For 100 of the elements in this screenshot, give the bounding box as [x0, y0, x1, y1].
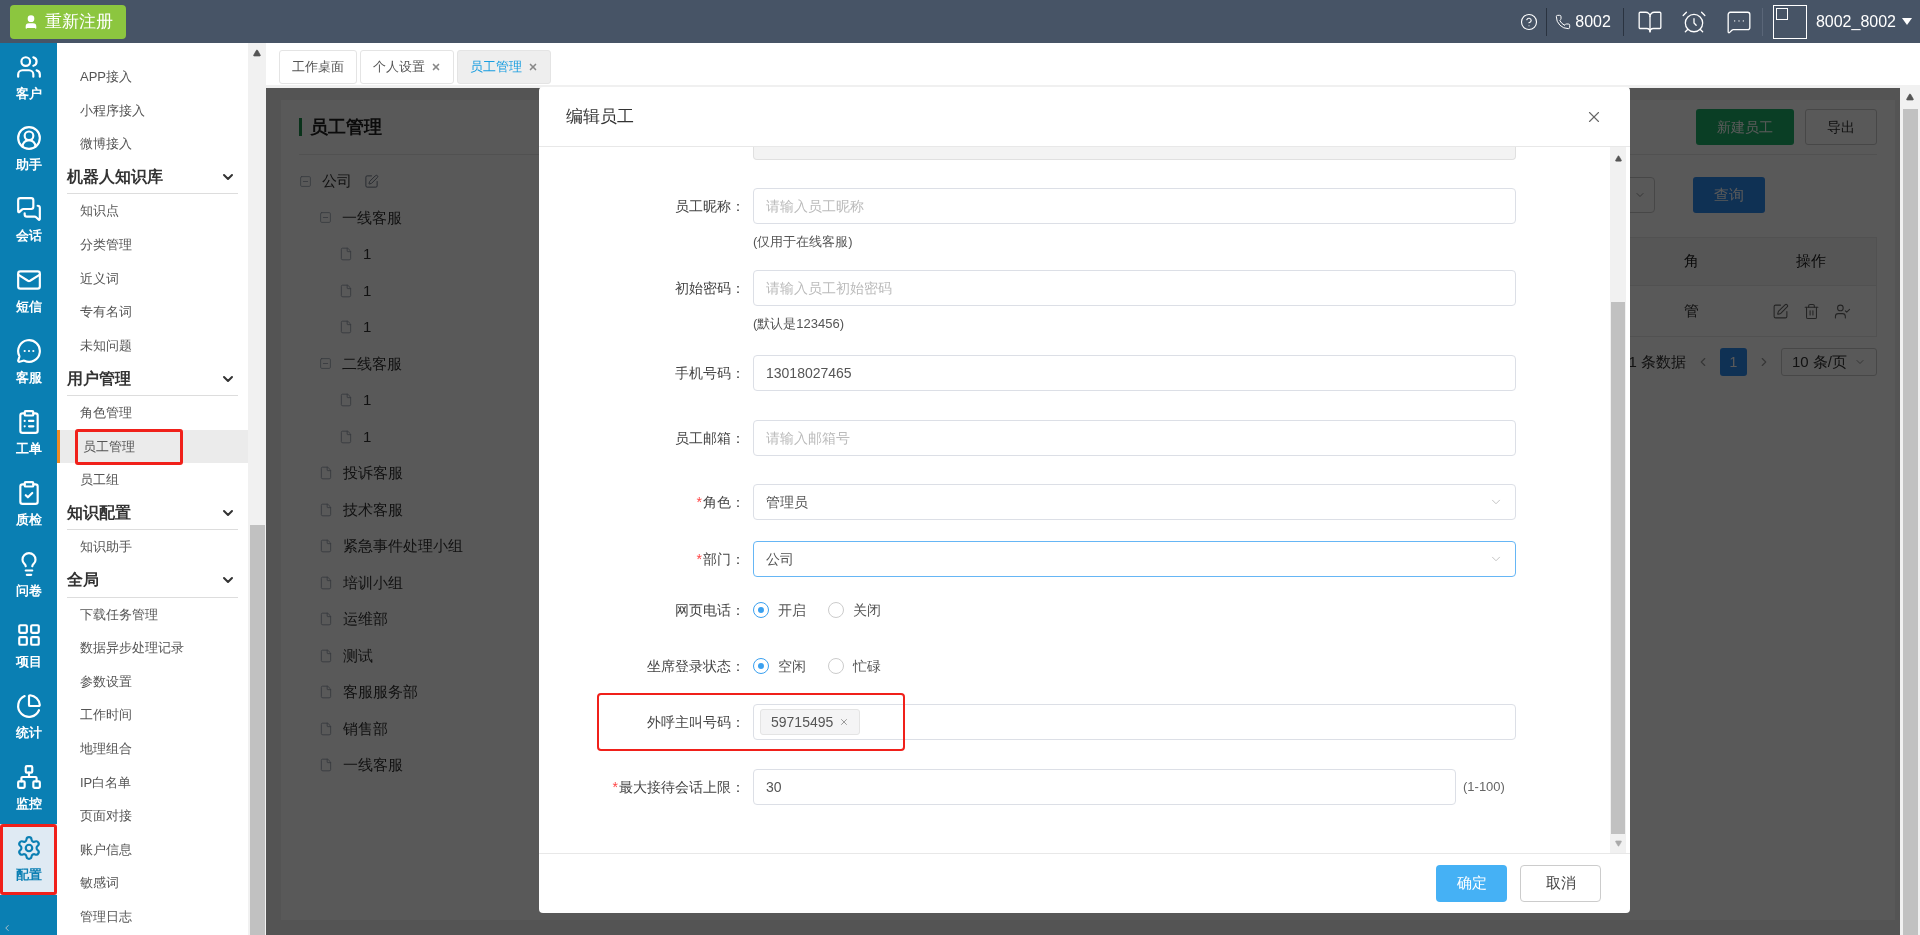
tree-node-label[interactable]: 公司 [322, 170, 352, 193]
tree-node-label[interactable]: 技术客服 [343, 498, 403, 521]
menu-item[interactable]: 数据异步处理记录 [57, 631, 248, 665]
tree-node-label[interactable]: 销售部 [343, 717, 388, 740]
radio-label: 关闭 [853, 600, 881, 620]
rail-item[interactable]: 客户 [0, 43, 57, 114]
tree-node-label[interactable]: 1 [363, 425, 372, 448]
rail-item[interactable]: 监控 [0, 753, 57, 824]
remove-icon[interactable] [839, 717, 850, 727]
tree-node-label[interactable]: 1 [363, 389, 372, 412]
text-input-field[interactable]: 请输入员工初始密码 [753, 270, 1516, 306]
menu-item[interactable]: 参数设置 [57, 664, 248, 699]
collapse-icon[interactable] [319, 357, 332, 371]
text-input-field[interactable]: 30 [753, 769, 1456, 805]
close-icon[interactable] [431, 62, 441, 72]
scroll-down-icon[interactable] [1614, 840, 1622, 847]
rail-item[interactable]: 助手 [0, 114, 57, 185]
export-button[interactable]: 导出 [1805, 109, 1877, 145]
user-check-icon[interactable] [1833, 302, 1851, 320]
menu-item[interactable]: 小程序接入 [57, 93, 248, 128]
scrollbar-thumb[interactable] [1902, 109, 1918, 935]
field-hint: (仅用于在线客服) [753, 233, 853, 252]
scrollbar-thumb[interactable] [1611, 302, 1625, 834]
radio-button[interactable] [753, 658, 769, 674]
telephone-icon[interactable] [1555, 13, 1572, 30]
page-tab[interactable]: 个人设置 [360, 50, 454, 84]
menu-item[interactable]: 下载任务管理 [57, 597, 248, 632]
menu-item[interactable]: IP白名单 [57, 765, 248, 800]
tree-node-label[interactable]: 客服服务部 [343, 681, 418, 704]
select-field[interactable]: 公司 [753, 541, 1516, 577]
menu-item[interactable]: 敏感词 [57, 866, 248, 900]
close-icon[interactable] [528, 62, 538, 72]
menu-section-header[interactable]: 全局 [67, 563, 238, 598]
file-icon [339, 320, 353, 335]
tree-node-label[interactable]: 1 [363, 279, 372, 302]
page-tab[interactable]: 工作桌面 [279, 50, 357, 84]
menu-item[interactable]: 微博接入 [57, 127, 248, 161]
menu-item[interactable]: 管理日志 [57, 899, 248, 934]
rail-item[interactable]: 统计 [0, 682, 57, 753]
tree-node-label[interactable]: 1 [363, 316, 372, 339]
tag-input-field[interactable]: 59715495 [753, 704, 1516, 740]
menu-item[interactable]: 员工管理 [57, 429, 248, 464]
menu-item[interactable]: 员工组 [57, 463, 248, 497]
collapse-icon[interactable] [299, 174, 312, 188]
scroll-up-icon[interactable] [253, 49, 261, 57]
radio-button[interactable] [753, 602, 769, 618]
menu-item[interactable]: 分类管理 [57, 227, 248, 262]
page-size-select[interactable]: 10 条/页 [1781, 348, 1877, 376]
menu-item[interactable]: 专有名词 [57, 295, 248, 329]
rail-item[interactable]: 客服 [0, 327, 57, 398]
radio-button[interactable] [828, 602, 844, 618]
menu-item[interactable]: 知识点 [57, 194, 248, 228]
rail-item[interactable]: 工单 [0, 398, 57, 469]
text-input-field[interactable]: 请输入员工昵称 [753, 188, 1516, 224]
confirm-button[interactable]: 确定 [1436, 865, 1507, 902]
user-name[interactable]: 8002_8002 [1815, 9, 1896, 34]
radio-button[interactable] [828, 658, 844, 674]
tree-node-label[interactable]: 培训小组 [343, 571, 403, 594]
field-label: 外呼主叫号码： [647, 712, 745, 732]
menu-item[interactable]: 工作时间 [57, 698, 248, 732]
delete-icon[interactable] [1802, 302, 1820, 320]
radio-label: 开启 [778, 600, 806, 620]
menu-section-header[interactable]: 机器人知识库 [67, 160, 238, 195]
edit-icon[interactable] [1771, 302, 1789, 320]
rail-item[interactable]: 问卷 [0, 540, 57, 611]
page-tab[interactable]: 员工管理 [457, 50, 551, 84]
scroll-up-icon[interactable] [1906, 93, 1914, 101]
menu-section-header[interactable]: 知识配置 [67, 496, 238, 531]
menu-item[interactable]: 角色管理 [57, 395, 248, 430]
menu-item[interactable]: APP接入 [57, 60, 248, 94]
rail-item[interactable]: 会话 [0, 185, 57, 256]
dropdown-caret-icon[interactable] [1902, 18, 1912, 25]
menu-section-header[interactable]: 用户管理 [67, 362, 238, 396]
rail-item[interactable]: 项目 [0, 611, 57, 682]
table-cell-text: 管 [1684, 300, 1700, 321]
help-icon[interactable] [1520, 12, 1539, 31]
edit-icon[interactable] [364, 173, 379, 189]
menu-item[interactable]: 地理组合 [57, 731, 248, 766]
scrollbar-thumb[interactable] [249, 525, 265, 935]
avatar-placeholder[interactable] [1772, 4, 1807, 39]
menu-item[interactable]: 账户信息 [57, 832, 248, 867]
tree-node-label[interactable]: 1 [363, 243, 372, 266]
menu-item[interactable]: 知识助手 [57, 530, 248, 564]
cancel-button[interactable]: 取消 [1520, 865, 1601, 902]
menu-item[interactable]: 近义词 [57, 261, 248, 296]
menu-item[interactable]: 页面对接 [57, 799, 248, 833]
rail-item[interactable]: 短信 [0, 256, 57, 327]
text-input-field[interactable]: 13018027465 [753, 355, 1516, 391]
text-input-field[interactable]: 请输入邮箱号 [753, 420, 1516, 456]
rail-item[interactable]: 配置 [0, 824, 57, 895]
rail-item[interactable]: 质检 [0, 469, 57, 540]
tree-node-label[interactable]: 二线客服 [342, 352, 402, 375]
menu-item[interactable]: 未知问题 [57, 328, 248, 363]
collapse-icon[interactable] [319, 211, 332, 225]
tree-node-label[interactable]: 投诉客服 [343, 462, 403, 485]
tree-node-label[interactable]: 测试 [343, 644, 373, 667]
select-field[interactable]: 管理员 [753, 484, 1516, 520]
scroll-up-icon[interactable] [1614, 155, 1622, 162]
tree-node-label[interactable]: 运维部 [343, 608, 388, 631]
tree-node-label[interactable]: 紧急事件处理小组 [343, 535, 463, 558]
